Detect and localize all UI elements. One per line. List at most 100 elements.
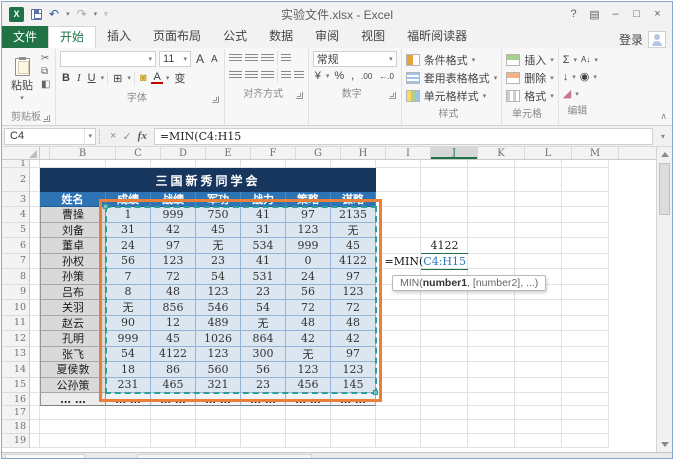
increase-indent-icon[interactable] — [293, 70, 304, 80]
cell-value[interactable]: 123 — [196, 346, 241, 362]
expand-formula-bar-icon[interactable]: ▾ — [656, 132, 670, 141]
cell-value[interactable]: 123 — [331, 284, 376, 300]
cell-value[interactable]: 72 — [331, 300, 376, 316]
ribbon-display-options-button[interactable]: ▤ — [586, 6, 603, 22]
cell-value[interactable]: 123 — [151, 253, 196, 269]
scrollbar-thumb[interactable] — [659, 163, 670, 215]
top-align-icon[interactable] — [228, 53, 242, 63]
cell-empty[interactable] — [40, 434, 106, 448]
sort-filter-icon[interactable]: A↓ — [581, 55, 590, 64]
cell-empty[interactable] — [421, 192, 468, 207]
cell-value[interactable]: 97 — [151, 238, 196, 254]
cell-empty[interactable] — [468, 331, 515, 347]
cell-empty[interactable] — [468, 168, 515, 192]
number-format-combobox[interactable]: 常规 ▾ — [312, 51, 397, 67]
shrink-font-icon[interactable]: A — [209, 54, 220, 65]
row-header[interactable]: 15 — [2, 377, 30, 393]
cell-empty[interactable] — [562, 207, 609, 223]
undo-icon[interactable]: ↶ — [49, 7, 59, 21]
cell-name[interactable]: 孙策 — [40, 269, 106, 285]
cell-value[interactable]: 86 — [151, 362, 196, 378]
cell-value[interactable]: 24 — [286, 269, 331, 285]
column-header-M[interactable]: M — [572, 147, 619, 159]
number-dialog-launcher-icon[interactable] — [388, 92, 396, 99]
cell-empty[interactable] — [421, 434, 468, 448]
accounting-dropdown-icon[interactable]: ▾ — [326, 72, 330, 80]
row-header[interactable]: 3 — [2, 192, 30, 207]
cell-empty[interactable] — [421, 168, 468, 192]
cell-empty[interactable] — [376, 168, 421, 192]
cell-empty[interactable] — [30, 406, 40, 420]
accounting-format-icon[interactable]: ¥ — [313, 70, 323, 82]
table-header-cell[interactable]: 谋略 — [331, 192, 376, 207]
formula-input[interactable]: =MIN(C4:H15 — [153, 127, 653, 145]
cell-value[interactable]: 489 — [196, 315, 241, 331]
copy-icon[interactable]: ⧉ — [41, 67, 50, 77]
cell-empty[interactable] — [515, 168, 562, 192]
collapse-ribbon-icon[interactable]: ∧ — [660, 111, 667, 122]
row-header[interactable]: 5 — [2, 222, 30, 238]
cell-value[interactable]: 42 — [286, 331, 331, 347]
cell-value[interactable]: 24 — [106, 238, 151, 254]
cell-empty[interactable] — [30, 253, 40, 269]
help-button[interactable]: ? — [565, 6, 582, 22]
cell-empty[interactable] — [468, 434, 515, 448]
cell-name[interactable]: 赵云 — [40, 315, 106, 331]
cell-empty[interactable] — [30, 331, 40, 347]
cell-empty[interactable] — [40, 406, 106, 420]
orientation-icon[interactable] — [280, 53, 291, 63]
cell-value[interactable]: 41 — [241, 253, 286, 269]
cell-empty[interactable] — [421, 315, 468, 331]
cell-empty[interactable] — [30, 284, 40, 300]
row-header[interactable]: 17 — [2, 406, 30, 420]
underline-dropdown-icon[interactable]: ▾ — [101, 74, 105, 82]
cell-value[interactable]: 456 — [286, 377, 331, 393]
cell-empty[interactable] — [106, 160, 151, 168]
row-header[interactable]: 12 — [2, 331, 30, 347]
cell-value[interactable]: 54 — [241, 300, 286, 316]
row-header[interactable]: 14 — [2, 362, 30, 378]
cell-empty[interactable] — [421, 346, 468, 362]
cell-empty[interactable] — [515, 207, 562, 223]
cell-empty[interactable] — [151, 160, 196, 168]
clipboard-dialog-launcher-icon[interactable] — [43, 115, 50, 122]
cell-empty[interactable] — [421, 222, 468, 238]
row-header[interactable]: 18 — [2, 420, 30, 434]
selection-handle-bottom-right[interactable] — [373, 390, 378, 395]
cell-empty[interactable] — [468, 362, 515, 378]
cell-empty[interactable] — [106, 420, 151, 434]
cell-name[interactable]: 曹操 — [40, 207, 106, 223]
cell-ellipsis[interactable]: … … — [106, 393, 151, 406]
cell-value[interactable]: 56 — [106, 253, 151, 269]
format-cells-button[interactable]: 格式 ▾ — [506, 87, 554, 105]
cell-empty[interactable] — [562, 434, 609, 448]
cell-empty[interactable] — [376, 346, 421, 362]
cell-empty[interactable] — [376, 331, 421, 347]
tab-review[interactable]: 审阅 — [304, 26, 350, 48]
cell-empty[interactable] — [30, 420, 40, 434]
cell-empty[interactable] — [376, 192, 421, 207]
font-color-dropdown-icon[interactable]: ▾ — [166, 74, 170, 82]
cell-empty[interactable] — [515, 420, 562, 434]
cell-empty[interactable] — [515, 331, 562, 347]
align-left-icon[interactable] — [228, 70, 242, 80]
cell-empty[interactable] — [421, 420, 468, 434]
cell-value[interactable]: 12 — [151, 315, 196, 331]
cell-value[interactable]: 856 — [151, 300, 196, 316]
cell-empty[interactable] — [562, 284, 609, 300]
cell-empty[interactable] — [562, 377, 609, 393]
row-header[interactable]: 13 — [2, 346, 30, 362]
cell-empty[interactable] — [468, 406, 515, 420]
cell-empty[interactable] — [196, 434, 241, 448]
insert-cells-button[interactable]: 插入 ▾ — [506, 51, 554, 69]
cell-empty[interactable] — [421, 406, 468, 420]
cell-value[interactable]: 72 — [286, 300, 331, 316]
cell-empty[interactable] — [376, 160, 421, 168]
cell-empty[interactable] — [468, 393, 515, 406]
decrease-decimal-icon[interactable]: ←.0 — [377, 72, 396, 81]
font-size-combobox[interactable]: 11 ▾ — [159, 51, 191, 67]
cell-empty[interactable] — [468, 253, 515, 269]
cell-empty[interactable] — [562, 192, 609, 207]
cell-empty[interactable] — [515, 192, 562, 207]
font-color-icon[interactable]: A — [151, 72, 163, 84]
